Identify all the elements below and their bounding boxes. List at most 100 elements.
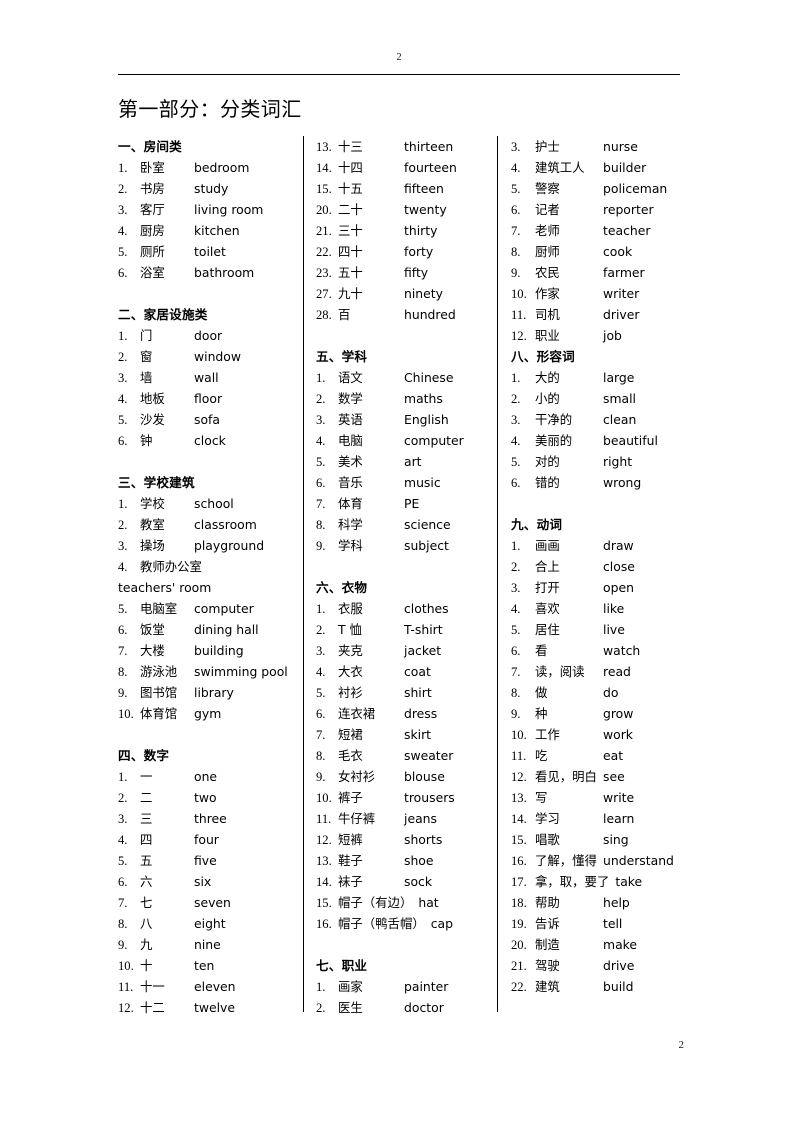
- entry-number: 9.: [316, 770, 326, 784]
- entry-term-chinese: 体育馆: [140, 706, 178, 721]
- entry-term-chinese: 电脑: [338, 433, 363, 448]
- entry-number: 23.: [316, 266, 332, 280]
- vocabulary-entry: 9. 女衬衫 blouse: [316, 766, 487, 787]
- entry-number: 6.: [316, 707, 326, 721]
- entry-number: 3.: [316, 644, 326, 658]
- vocabulary-entry: 10. 体育馆 gym: [118, 703, 293, 724]
- entry-term-english: understand: [603, 853, 674, 868]
- section-heading: 四、数字: [118, 748, 170, 763]
- entry-term-chinese: 厨师: [535, 244, 560, 259]
- vocabulary-entry: 3. 打开 open: [511, 577, 684, 598]
- vocabulary-entry: 16. 了解，懂得 understand: [511, 850, 684, 871]
- entry-term-english: eight: [194, 916, 226, 931]
- vocabulary-entry: 5. 电脑室 computer: [118, 598, 293, 619]
- entry-term-chinese: 教师办公室: [140, 559, 202, 574]
- page-title: 第一部分：分类词汇: [118, 99, 302, 121]
- entry-number: 2.: [118, 791, 128, 805]
- entry-term-english: see: [603, 769, 625, 784]
- vocabulary-entry: 6. 记者 reporter: [511, 199, 684, 220]
- entry-number: 3.: [511, 581, 521, 595]
- entry-term-english: bedroom: [194, 160, 250, 175]
- entry-number: 18.: [511, 896, 527, 910]
- entry-term-english: write: [603, 790, 635, 805]
- vocabulary-entry: 1. 一 one: [118, 766, 293, 787]
- vocabulary-entry: 4. 教师办公室: [118, 556, 293, 577]
- vocabulary-column-2: 13. 十三 thirteen 14. 十四 fourteen 15. 十五 fifteen 20…: [303, 136, 487, 1015]
- vocabulary-entry: 8. 厨师 cook: [511, 241, 684, 262]
- entry-term-english: floor: [194, 391, 223, 406]
- entry-term-chinese: 墙: [140, 370, 153, 385]
- page-header: 2: [118, 48, 680, 75]
- entry-number: 16.: [316, 917, 332, 931]
- entry-number: 17.: [511, 875, 527, 889]
- entry-term-chinese: 作家: [535, 286, 560, 301]
- entry-term-english: teacher: [603, 223, 651, 238]
- vocabulary-columns: 一、房间类 1. 卧室 bedroom 2. 书房 study 3. 客厅 living room…: [118, 136, 684, 1015]
- entry-term-english: science: [404, 517, 451, 532]
- vocabulary-entry: 11. 司机 driver: [511, 304, 684, 325]
- vocabulary-entry: 5. 沙发 sofa: [118, 409, 293, 430]
- entry-number: 2.: [118, 182, 128, 196]
- entry-term-chinese: 毛衣: [338, 748, 363, 763]
- vocabulary-entry: 9. 学科 subject: [316, 535, 487, 556]
- vocabulary-entry: 10. 十 ten: [118, 955, 293, 976]
- vocabulary-entry: 4. 地板 floor: [118, 388, 293, 409]
- entry-number: 1.: [511, 371, 521, 385]
- entry-term-chinese: 美丽的: [535, 433, 573, 448]
- entry-number: 6.: [511, 203, 521, 217]
- entry-term-chinese: 告诉: [535, 916, 560, 931]
- entry-term-english: live: [603, 622, 625, 637]
- entry-term-chinese: 袜子: [338, 874, 363, 889]
- entry-number: 9.: [511, 266, 521, 280]
- entry-term-english: playground: [194, 538, 265, 553]
- vocabulary-entry: 5. 衬衫 shirt: [316, 682, 487, 703]
- entry-term-chinese: 鞋子: [338, 853, 363, 868]
- vocabulary-entry: 21. 三十 thirty: [316, 220, 487, 241]
- entry-term-chinese: 学习: [535, 811, 560, 826]
- entry-number: 3.: [118, 203, 128, 217]
- entry-term-english: grow: [603, 706, 634, 721]
- entry-term-english: large: [603, 370, 635, 385]
- entry-term-english: thirty: [404, 223, 438, 238]
- entry-term-chinese: 十五: [338, 181, 363, 196]
- vocabulary-entry: 7. 老师 teacher: [511, 220, 684, 241]
- entry-term-chinese: T 恤: [338, 622, 362, 637]
- entry-term-chinese: 三: [140, 811, 153, 826]
- vocabulary-entry: 12. 十二 twelve: [118, 997, 293, 1018]
- vocabulary-entry: 3. 英语 English: [316, 409, 487, 430]
- entry-term-chinese: 八: [140, 916, 153, 931]
- entry-term-chinese: 四: [140, 832, 153, 847]
- entry-term-chinese: 一: [140, 769, 153, 784]
- entry-term-english: policeman: [603, 181, 668, 196]
- entry-number: 14.: [511, 812, 527, 826]
- vocabulary-entry: 7. 读，阅读 read: [511, 661, 684, 682]
- vocabulary-entry: 6. 六 six: [118, 871, 293, 892]
- entry-term-english: like: [603, 601, 625, 616]
- entry-number: 1.: [316, 980, 326, 994]
- entry-number: 5.: [511, 623, 521, 637]
- entry-term-english: thirteen: [404, 139, 454, 154]
- vocabulary-entry: 19. 告诉 tell: [511, 913, 684, 934]
- entry-number: 2.: [316, 392, 326, 406]
- entry-term-chinese: 厕所: [140, 244, 165, 259]
- entry-term-chinese: 九: [140, 937, 153, 952]
- entry-number: 9.: [316, 539, 326, 553]
- entry-term-english: wall: [194, 370, 219, 385]
- vocabulary-entry: 20. 制造 make: [511, 934, 684, 955]
- section-heading: 二、家居设施类: [118, 307, 208, 322]
- entry-number: 12.: [511, 770, 527, 784]
- entry-term-chinese: 看见，明白: [535, 769, 597, 784]
- entry-term-chinese: 十一: [140, 979, 165, 994]
- entry-term-chinese: 游泳池: [140, 664, 178, 679]
- vocabulary-entry: 8. 做 do: [511, 682, 684, 703]
- entry-number: 7.: [511, 224, 521, 238]
- entry-number: 6.: [118, 875, 128, 889]
- entry-term-chinese: 裤子: [338, 790, 363, 805]
- entry-number: 8.: [316, 749, 326, 763]
- entry-term-chinese: 错的: [535, 475, 560, 490]
- vocabulary-entry: 4. 建筑工人 builder: [511, 157, 684, 178]
- entry-term-chinese: 看: [535, 643, 548, 658]
- entry-term-chinese: 英语: [338, 412, 363, 427]
- vocabulary-entry: 2. T 恤 T-shirt: [316, 619, 487, 640]
